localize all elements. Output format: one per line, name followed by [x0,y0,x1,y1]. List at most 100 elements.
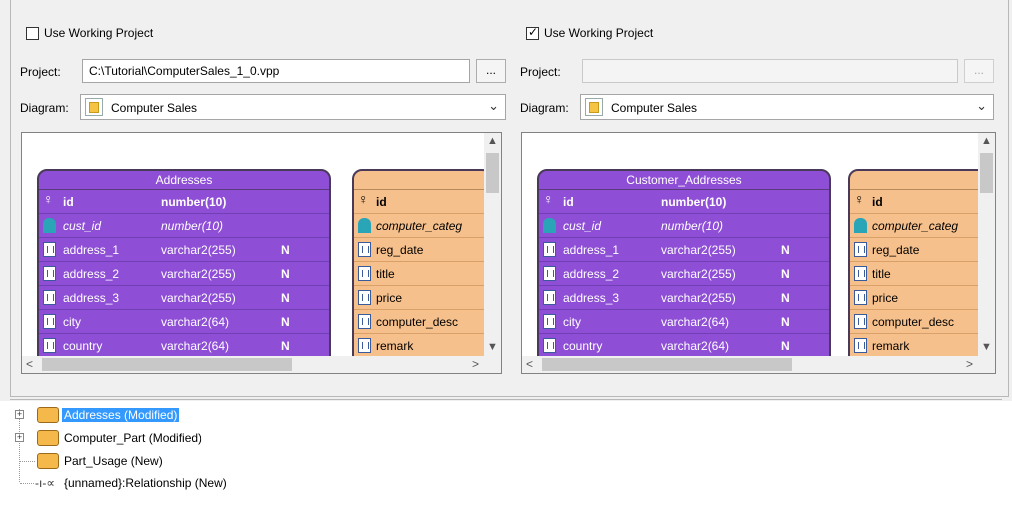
entity-column-row[interactable]: title [850,262,986,286]
entity-column-row[interactable]: remark [850,334,986,358]
column-name: cust_id [563,219,602,233]
entity-column-row[interactable]: cust_id number(10) [539,214,829,238]
entity-column-row[interactable]: computer_desc [850,310,986,334]
column-name: city [63,315,81,329]
foreign-key-icon [854,218,867,233]
column-name: cust_id [63,219,102,233]
table-icon [37,453,59,469]
column-name: address_2 [563,267,620,281]
left-use-working-project[interactable]: Use Working Project [26,26,153,40]
left-browse-button[interactable]: ... [476,59,506,83]
column-name: address_3 [63,291,120,305]
scroll-up-icon[interactable]: ▲ [487,135,498,147]
left-project-path-field[interactable]: C:\Tutorial\ComputerSales_1_0.vpp [82,59,470,83]
right-diagram-canvas[interactable]: Customer_Addresses ♀ id number(10) cust_id n… [521,132,996,374]
entity-column-row[interactable]: remark [354,334,490,358]
column-name: address_1 [63,243,120,257]
chevron-down-icon: ⌄ [488,98,499,113]
entity-column-row[interactable]: ♀ id number(10) [39,190,329,214]
entity-column-row[interactable]: country varchar2(64) N [39,334,329,358]
column-icon [854,266,867,281]
column-name: id [563,195,574,209]
scroll-down-icon[interactable]: ▼ [487,341,498,353]
left-entity-main[interactable]: Addresses ♀ id number(10) cust_id number(10)… [37,169,331,369]
right-horizontal-scrollbar[interactable]: < > [522,356,979,373]
right-project-panel: ✓ Use Working Project Project: ... Diagr… [510,0,1010,397]
right-vertical-scrollbar[interactable]: ▲ ▼ [978,133,995,357]
entity-column-row[interactable]: title [354,262,490,286]
tree-item[interactable]: Part_Usage (New) [0,451,300,471]
tree-item[interactable]: + Addresses (Modified) [0,405,300,425]
scroll-right-icon[interactable]: > [472,357,479,371]
entity-column-row[interactable]: address_2 varchar2(255) N [539,262,829,286]
table-icon [37,430,59,446]
entity-column-row[interactable]: price [850,286,986,310]
entity-column-row[interactable]: address_2 varchar2(255) N [39,262,329,286]
right-browse-button[interactable]: ... [964,59,994,83]
left-use-working-project-checkbox[interactable] [26,26,39,40]
left-use-working-project-label: Use Working Project [44,26,154,40]
scroll-left-icon[interactable]: < [26,357,33,371]
right-use-working-project-checkbox[interactable]: ✓ [526,25,539,40]
column-icon [543,290,556,305]
tree-item[interactable]: + Computer_Part (Modified) [0,428,300,448]
left-project-panel: Use Working Project Project: C:\Tutorial… [10,0,510,397]
entity-column-row[interactable]: computer_categ [354,214,490,238]
right-entity-side[interactable]: ♀ id computer_categ reg_date title price compu… [848,169,988,369]
entity-column-row[interactable]: city varchar2(64) N [39,310,329,334]
entity-column-row[interactable]: ♀ id [850,190,986,214]
entity-column-row[interactable]: ♀ id number(10) [539,190,829,214]
tree-item-label: Computer_Part (Modified) [64,431,203,445]
scroll-thumb[interactable] [42,358,292,371]
diagram-icon [85,98,103,116]
column-name: remark [872,339,910,353]
entity-column-row[interactable]: city varchar2(64) N [539,310,829,334]
column-name: computer_categ [376,219,463,233]
expand-icon[interactable]: + [15,433,24,442]
column-icon [358,266,371,281]
scroll-right-icon[interactable]: > [966,357,973,371]
entity-column-row[interactable]: address_3 varchar2(255) N [539,286,829,310]
nullable-flag: N [781,315,790,329]
right-use-working-project[interactable]: ✓ Use Working Project [526,25,653,40]
tree-item[interactable]: -ı-∝ {unnamed}:Relationship (New) [0,473,300,493]
scroll-down-icon[interactable]: ▼ [981,341,992,353]
left-diagram-canvas[interactable]: Addresses ♀ id number(10) cust_id number(10)… [21,132,502,374]
entity-column-row[interactable]: price [354,286,490,310]
entity-column-row[interactable]: address_1 varchar2(255) N [39,238,329,262]
column-name: reg_date [376,243,424,257]
right-entity-main[interactable]: Customer_Addresses ♀ id number(10) cust_id n… [537,169,831,369]
left-entity-side[interactable]: ♀ id computer_categ reg_datetitle price compu… [352,169,492,369]
nullable-flag: N [781,267,790,281]
left-vertical-scrollbar[interactable]: ▲ ▼ [484,133,501,357]
expand-icon[interactable]: + [15,410,24,419]
scroll-thumb[interactable] [542,358,792,371]
entity-title [354,171,490,190]
column-type: varchar2(255) [161,267,236,281]
column-name: id [63,195,74,209]
entity-column-row[interactable]: address_3 varchar2(255) N [39,286,329,310]
splitter[interactable] [10,399,1002,400]
right-diagram-select[interactable]: Computer Sales ⌄ [580,94,994,120]
column-name: country [563,339,603,353]
right-project-path-field[interactable] [582,59,958,83]
entity-column-row[interactable]: country varchar2(64) N [539,334,829,358]
entity-column-row[interactable]: computer_desc [354,310,490,334]
diagram-icon [585,98,603,116]
entity-column-row[interactable]: reg_date [850,238,986,262]
column-name: computer_desc [872,315,955,329]
nullable-flag: N [781,339,790,353]
scroll-thumb[interactable] [486,153,499,193]
change-tree[interactable]: + Addresses (Modified) + Computer_Part (… [0,401,1012,527]
entity-column-row[interactable]: address_1 varchar2(255) N [539,238,829,262]
entity-column-row[interactable]: ♀ id [354,190,490,214]
entity-column-row[interactable]: cust_id number(10) [39,214,329,238]
left-diagram-select[interactable]: Computer Sales ⌄ [80,94,506,120]
entity-column-row[interactable]: reg_date [354,238,490,262]
column-name: country [63,339,103,353]
scroll-thumb[interactable] [980,153,993,193]
scroll-up-icon[interactable]: ▲ [981,135,992,147]
left-horizontal-scrollbar[interactable]: < > [22,356,485,373]
entity-column-row[interactable]: computer_categ [850,214,986,238]
scroll-left-icon[interactable]: < [526,357,533,371]
